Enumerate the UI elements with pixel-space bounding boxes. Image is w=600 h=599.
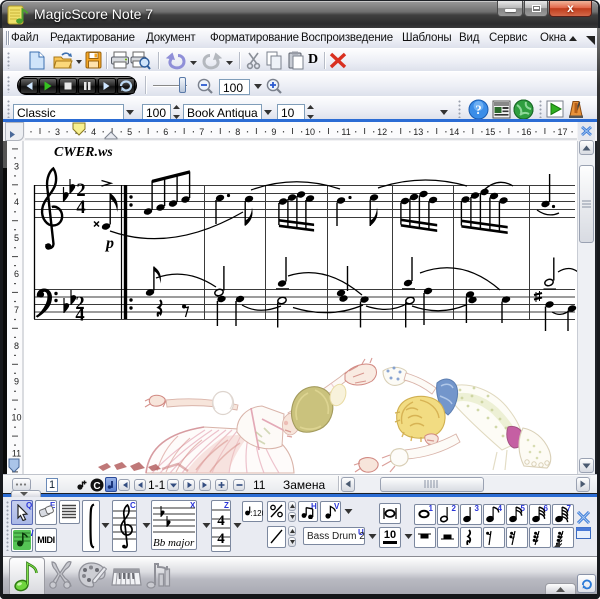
svg-text:?: ? <box>475 102 482 117</box>
svg-text:16: 16 <box>521 127 531 137</box>
svg-text:4: 4 <box>217 531 225 547</box>
svg-text:8: 8 <box>235 127 240 137</box>
svg-text:4: 4 <box>217 513 225 529</box>
svg-text:5: 5 <box>14 233 19 243</box>
svg-text:11: 11 <box>341 127 350 137</box>
svg-text:4: 4 <box>14 197 19 207</box>
svg-text:8: 8 <box>14 341 19 351</box>
svg-text:17: 17 <box>557 127 567 137</box>
svg-text:C: C <box>93 481 100 492</box>
svg-text:3: 3 <box>55 127 60 137</box>
svg-text:13: 13 <box>413 127 423 137</box>
svg-text:14: 14 <box>449 127 459 137</box>
svg-text:7: 7 <box>199 127 204 137</box>
svg-text:15: 15 <box>485 127 495 137</box>
svg-text:3: 3 <box>14 161 19 171</box>
svg-text:6: 6 <box>14 269 19 279</box>
svg-text::120: :120 <box>250 509 263 518</box>
svg-text:9: 9 <box>271 127 276 137</box>
svg-text:9: 9 <box>14 377 19 387</box>
svg-text:5: 5 <box>127 127 132 137</box>
svg-text:12: 12 <box>377 127 387 137</box>
svg-text:10: 10 <box>305 127 315 137</box>
svg-text:6: 6 <box>163 127 168 137</box>
svg-text:11: 11 <box>12 449 21 459</box>
svg-text:10: 10 <box>11 413 21 423</box>
svg-text:7: 7 <box>14 305 19 315</box>
svg-text:4: 4 <box>91 127 96 137</box>
